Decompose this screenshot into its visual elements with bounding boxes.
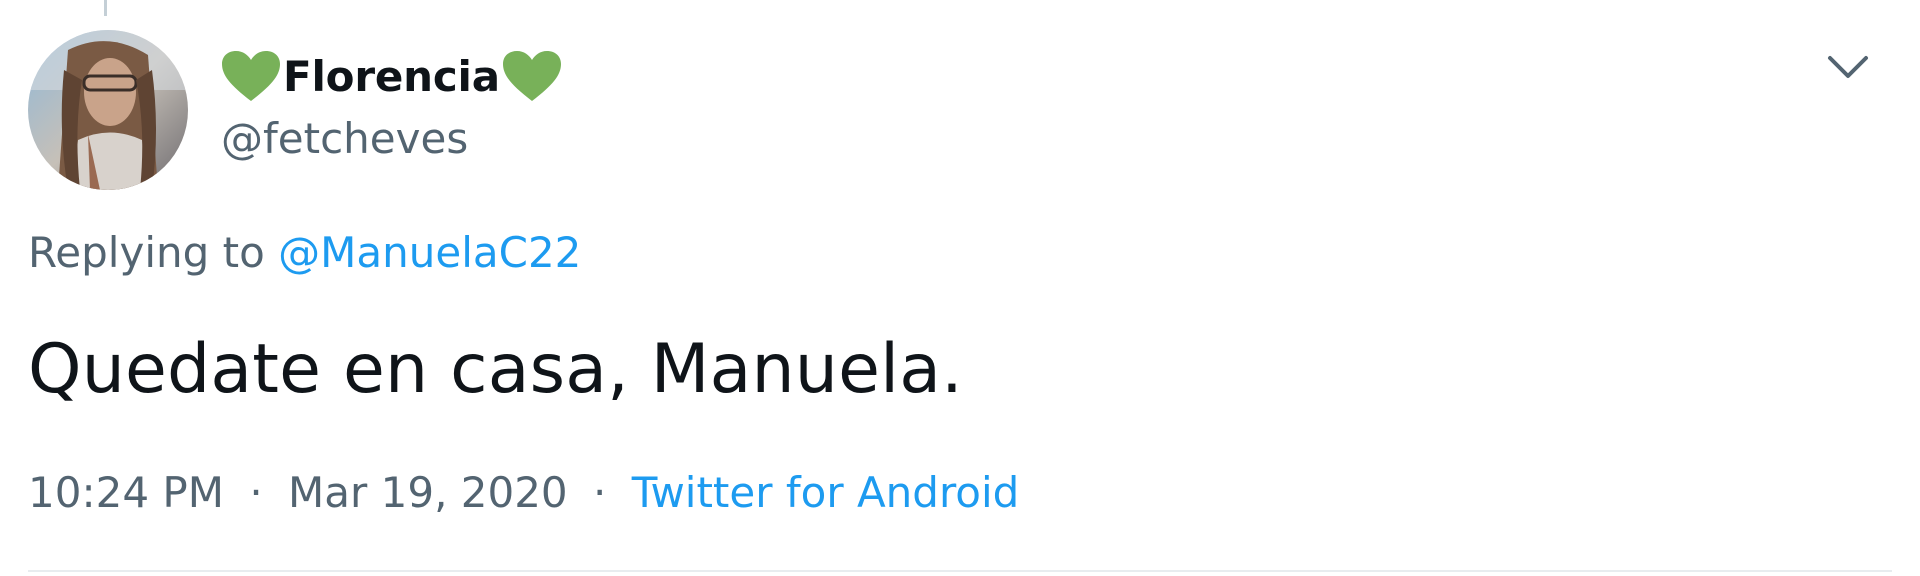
user-handle[interactable]: @fetcheves	[221, 114, 468, 163]
tweet-date[interactable]: Mar 19, 2020	[288, 468, 568, 517]
display-name-row[interactable]: Florencia	[220, 48, 563, 104]
avatar[interactable]	[28, 30, 188, 190]
tweet-text: Quedate en casa, Manuela.	[28, 330, 963, 409]
green-heart-icon	[501, 49, 563, 103]
more-options-button[interactable]	[1820, 44, 1876, 92]
tweet-card: Florencia @fetcheves Replying to @Manuel…	[0, 0, 1920, 576]
avatar-photo	[28, 30, 188, 190]
meta-separator: ·	[593, 468, 607, 517]
display-name[interactable]: Florencia	[283, 52, 500, 101]
meta-separator: ·	[249, 468, 263, 517]
tweet-time[interactable]: 10:24 PM	[28, 468, 224, 517]
tweet-meta: 10:24 PM · Mar 19, 2020 · Twitter for An…	[28, 468, 1019, 517]
divider	[28, 570, 1892, 572]
tweet-source-link[interactable]: Twitter for Android	[632, 468, 1020, 517]
replying-to: Replying to @ManuelaC22	[28, 228, 581, 277]
replying-to-label: Replying to	[28, 228, 265, 277]
chevron-down-icon	[1828, 56, 1868, 78]
mention-link[interactable]: @ManuelaC22	[278, 228, 581, 277]
thread-connector-line	[104, 0, 107, 16]
green-heart-icon	[220, 49, 282, 103]
